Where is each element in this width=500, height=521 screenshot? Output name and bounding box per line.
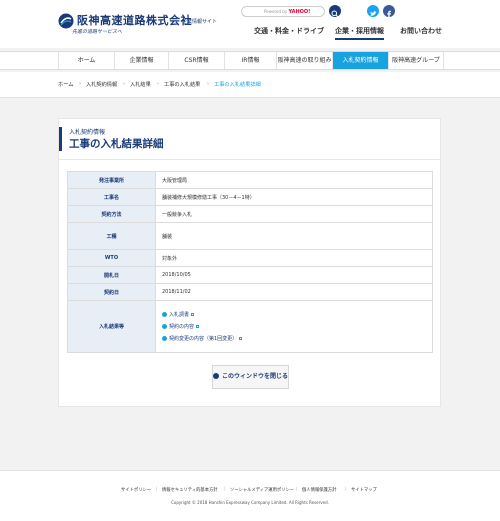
topnav-corporate[interactable]: 企業・採用情報 — [335, 26, 384, 40]
copyright: Copyright © 2018 Hanshin Expressway Comp… — [171, 500, 329, 505]
breadcrumb: ホーム › 入札契約情報 › 入札結果 › 工事の入札結果 › 工事の入札結果詳… — [0, 72, 500, 98]
arrow-right-icon — [162, 323, 167, 329]
page-title: 工事の入札結果詳細 — [69, 138, 164, 150]
search-icon — [331, 10, 339, 18]
arrow-right-icon — [162, 311, 167, 317]
search-input[interactable]: Powered by YAHOO! — [241, 6, 325, 17]
topnav-contact[interactable]: お問い合わせ — [400, 26, 442, 36]
table-row: 発注事業所 大阪管理局 — [67, 171, 433, 189]
link-contract-details[interactable]: 契約の内容 — [162, 321, 432, 333]
nav-item-ir[interactable]: IR情報 — [224, 52, 276, 69]
row-label-contract-date: 契約日 — [67, 283, 156, 301]
site-footer: サイトポリシー | 情報セキュリティ的基本方針 | ソーシャルメディア運用ポリシ… — [0, 470, 500, 521]
heading-divider — [59, 159, 440, 160]
breadcrumb-chevron-icon: › — [123, 81, 125, 87]
logo-mark-icon — [58, 13, 74, 29]
bid-result-table: 発注事業所 大阪管理局 工事名 舗装補修大規模修繕工事（30－4－1特） 契約方… — [67, 171, 433, 353]
footer-separator: | — [156, 487, 158, 492]
breadcrumb-results[interactable]: 入札結果 — [130, 81, 151, 88]
nav-item-bidding[interactable]: 入札契約情報 — [332, 52, 388, 69]
breadcrumb-construction-results[interactable]: 工事の入札結果 — [164, 81, 200, 88]
arrow-right-icon — [213, 372, 219, 379]
footer-link-sitemap[interactable]: サイトマップ — [351, 487, 377, 493]
table-row: 契約日 2018/11/02 — [67, 283, 433, 301]
topnav-traffic[interactable]: 交通・料金・ドライブ — [254, 26, 324, 36]
table-row: 開札日 2018/10/05 — [67, 266, 433, 284]
breadcrumb-bidding[interactable]: 入札契約情報 — [86, 81, 117, 88]
close-window-button[interactable]: このウィンドウを閉じる — [212, 365, 289, 389]
nav-item-group[interactable]: 阪神高速グループ — [388, 52, 444, 69]
twitter-icon — [370, 11, 377, 16]
site-logo[interactable]: 阪神高速道路株式会社 企業情報サイト 先進の道路サービスへ — [58, 12, 258, 38]
row-label-contract-method: 契約方法 — [67, 205, 156, 223]
row-label-office: 発注事業所 — [67, 171, 156, 189]
search-provider-label: Powered by YAHOO! — [264, 9, 311, 15]
logo-company-name: 阪神高速道路株式会社 — [77, 14, 192, 27]
row-value-office: 大阪管理局 — [155, 171, 433, 189]
row-value-contract-method: 一般競争入札 — [155, 205, 433, 223]
table-row: 工種 舗装 — [67, 222, 433, 250]
site-header: 阪神高速道路株式会社 企業情報サイト 先進の道路サービスへ Powered by… — [0, 0, 500, 48]
row-value-results: 入札調書 契約の内容 契約変更の内容（第1回変更） — [155, 300, 433, 353]
breadcrumb-chevron-icon: › — [79, 81, 81, 87]
facebook-icon — [387, 10, 391, 18]
footer-link-site-policy[interactable]: サイトポリシー — [121, 487, 151, 493]
link-contract-change[interactable]: 契約変更の内容（第1回変更） — [162, 333, 432, 345]
nav-item-initiatives[interactable]: 阪神高速の取り組み — [276, 52, 332, 69]
table-row: 工事名 舗装補修大規模修繕工事（30－4－1特） — [67, 188, 433, 206]
row-value-contract-date: 2018/11/02 — [155, 283, 433, 301]
nav-item-home[interactable]: ホーム — [58, 52, 114, 69]
nav-item-csr[interactable]: CSR情報 — [168, 52, 224, 69]
row-value-project: 舗装補修大規模修繕工事（30－4－1特） — [155, 188, 433, 206]
search-button[interactable] — [329, 5, 341, 18]
row-label-results: 入札結果等 — [67, 300, 156, 353]
footer-separator: | — [296, 487, 298, 492]
footer-link-social-media-policy[interactable]: ソーシャルメディア運用ポリシー — [230, 487, 294, 493]
page-heading: 入札契約情報 工事の入札結果詳細 — [59, 127, 259, 151]
table-row: WTO 対象外 — [67, 249, 433, 267]
facebook-button[interactable] — [383, 5, 395, 18]
table-row: 入札結果等 入札調書 契約の内容 契約変更の内容（第1回変更） — [67, 300, 433, 353]
breadcrumb-current: 工事の入札結果詳細 — [214, 82, 261, 88]
footer-separator: | — [345, 487, 347, 492]
link-bid-record[interactable]: 入札調書 — [162, 309, 432, 321]
row-value-work-type: 舗装 — [155, 222, 433, 250]
breadcrumb-chevron-icon: › — [157, 81, 159, 87]
row-value-wto: 対象外 — [155, 249, 433, 267]
row-label-wto: WTO — [67, 249, 156, 267]
content-card: 入札契約情報 工事の入札結果詳細 発注事業所 大阪管理局 工事名 舗装補修大規模… — [58, 118, 441, 407]
external-window-icon — [191, 312, 195, 316]
row-label-opening-date: 開札日 — [67, 266, 156, 284]
row-label-work-type: 工種 — [67, 222, 156, 250]
page-category: 入札契約情報 — [69, 129, 106, 136]
arrow-right-icon — [162, 335, 167, 341]
nav-item-corporate[interactable]: 企業情報 — [114, 52, 168, 69]
table-row: 契約方法 一般競争入札 — [67, 205, 433, 223]
twitter-button[interactable] — [367, 5, 379, 17]
external-window-icon — [239, 336, 243, 340]
row-value-opening-date: 2018/10/05 — [155, 266, 433, 284]
footer-separator: | — [224, 487, 226, 492]
breadcrumb-chevron-icon: › — [207, 81, 209, 87]
external-window-icon — [196, 324, 200, 328]
main-navigation: ホーム 企業情報 CSR情報 IR情報 阪神高速の取り組み 入札契約情報 阪神高… — [0, 51, 500, 70]
footer-link-security-policy[interactable]: 情報セキュリティ的基本方針 — [162, 487, 218, 493]
logo-tagline: 先進の道路サービスへ — [72, 29, 123, 35]
row-label-project: 工事名 — [67, 188, 156, 206]
logo-site-name: 企業情報サイト — [182, 19, 218, 25]
footer-link-privacy-policy[interactable]: 個人情報保護方針 — [302, 487, 336, 493]
breadcrumb-home[interactable]: ホーム — [58, 81, 73, 88]
